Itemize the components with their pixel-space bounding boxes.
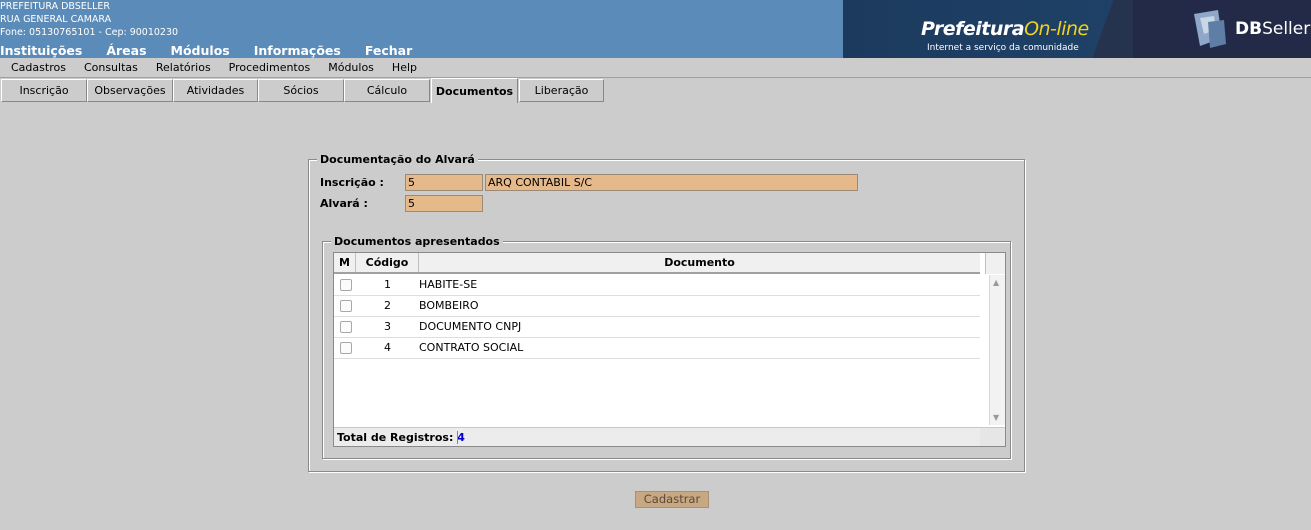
- menu-fechar[interactable]: Fechar: [365, 43, 412, 58]
- institution-info: PREFEITURA DBSELLER RUA GENERAL CAMARA F…: [0, 0, 178, 39]
- institution-address: RUA GENERAL CAMARA: [0, 14, 112, 25]
- cell-codigo: 1: [384, 278, 391, 291]
- row-checkbox[interactable]: [340, 300, 352, 312]
- total-count: 4: [457, 431, 465, 444]
- fieldset-legend: Documentação do Alvará: [317, 153, 478, 166]
- menu-modulos[interactable]: Módulos: [171, 43, 230, 58]
- grid-footer: Total de Registros: 4: [334, 427, 980, 446]
- menubar-help[interactable]: Help: [392, 61, 417, 74]
- menubar-procedimentos[interactable]: Procedimentos: [229, 61, 311, 74]
- menu-bar: Cadastros Consultas Relatórios Procedime…: [0, 58, 1311, 78]
- tab-documentos[interactable]: Documentos: [431, 78, 518, 103]
- menubar-consultas[interactable]: Consultas: [84, 61, 138, 74]
- scroll-down-icon[interactable]: ▼: [993, 413, 999, 422]
- col-header-m[interactable]: M: [334, 253, 356, 272]
- inscricao-name-field[interactable]: ARQ CONTABIL S/C: [485, 174, 858, 191]
- tab-liberacao[interactable]: Liberação: [519, 79, 604, 102]
- menu-areas[interactable]: Áreas: [106, 43, 146, 58]
- menubar-cadastros[interactable]: Cadastros: [11, 61, 66, 74]
- documentos-legend: Documentos apresentados: [331, 235, 503, 248]
- documentos-grid: M Código Documento 1 HABITE-SE 2 BOMBEIR…: [333, 252, 1006, 447]
- prefeitura-online-logo: PrefeituraOn-line: [921, 18, 1089, 40]
- grid-scrollbar[interactable]: ▲ ▼: [989, 275, 1005, 425]
- col-header-codigo[interactable]: Código: [356, 253, 419, 272]
- menu-instituicoes[interactable]: Instituições: [0, 43, 82, 58]
- dbseller-wordmark: DBSeller: [1235, 19, 1311, 39]
- total-label: Total de Registros:: [337, 431, 454, 444]
- grid-header: M Código Documento: [334, 253, 980, 274]
- table-row[interactable]: 2 BOMBEIRO: [334, 296, 980, 317]
- alvara-field[interactable]: 5: [405, 195, 483, 212]
- row-checkbox[interactable]: [340, 279, 352, 291]
- col-header-documento[interactable]: Documento: [419, 253, 980, 272]
- cell-codigo: 2: [384, 299, 391, 312]
- institution-name: PREFEITURA DBSELLER: [0, 1, 110, 12]
- main-menu: Instituições Áreas Módulos Informações F…: [0, 43, 436, 58]
- inscricao-label: Inscrição :: [320, 176, 384, 189]
- scroll-up-icon[interactable]: ▲: [993, 278, 999, 287]
- table-row[interactable]: 1 HABITE-SE: [334, 275, 980, 296]
- brand-slogan: Internet a serviço da comunidade: [927, 43, 1079, 53]
- dbseller-logo-icon: [1194, 10, 1226, 48]
- inscricao-field[interactable]: 5: [405, 174, 483, 191]
- tab-atividades[interactable]: Atividades: [173, 79, 258, 102]
- tab-socios[interactable]: Sócios: [258, 79, 344, 102]
- menu-informacoes[interactable]: Informações: [254, 43, 341, 58]
- alvara-label: Alvará :: [320, 197, 368, 210]
- table-row[interactable]: 3 DOCUMENTO CNPJ: [334, 317, 980, 338]
- cadastrar-button[interactable]: Cadastrar: [635, 491, 709, 508]
- cell-documento: DOCUMENTO CNPJ: [419, 320, 522, 333]
- cell-codigo: 3: [384, 320, 391, 333]
- menubar-modulos[interactable]: Módulos: [328, 61, 374, 74]
- cell-codigo: 4: [384, 341, 391, 354]
- institution-contact: Fone: 05130765101 - Cep: 90010230: [0, 27, 179, 38]
- row-checkbox[interactable]: [340, 321, 352, 333]
- cell-documento: HABITE-SE: [419, 278, 478, 291]
- grid-header-corner: [985, 253, 1005, 274]
- tab-observacoes[interactable]: Observações: [87, 79, 173, 102]
- brand-banner: PrefeituraOn-line Internet a serviço da …: [843, 0, 1311, 58]
- row-checkbox[interactable]: [340, 342, 352, 354]
- cell-documento: BOMBEIRO: [419, 299, 479, 312]
- tab-calculo[interactable]: Cálculo: [344, 79, 430, 102]
- menubar-relatorios[interactable]: Relatórios: [156, 61, 211, 74]
- table-row[interactable]: 4 CONTRATO SOCIAL: [334, 338, 980, 359]
- top-header: PREFEITURA DBSELLER RUA GENERAL CAMARA F…: [0, 0, 1311, 58]
- cell-documento: CONTRATO SOCIAL: [419, 341, 524, 354]
- tab-inscricao[interactable]: Inscrição: [1, 79, 87, 102]
